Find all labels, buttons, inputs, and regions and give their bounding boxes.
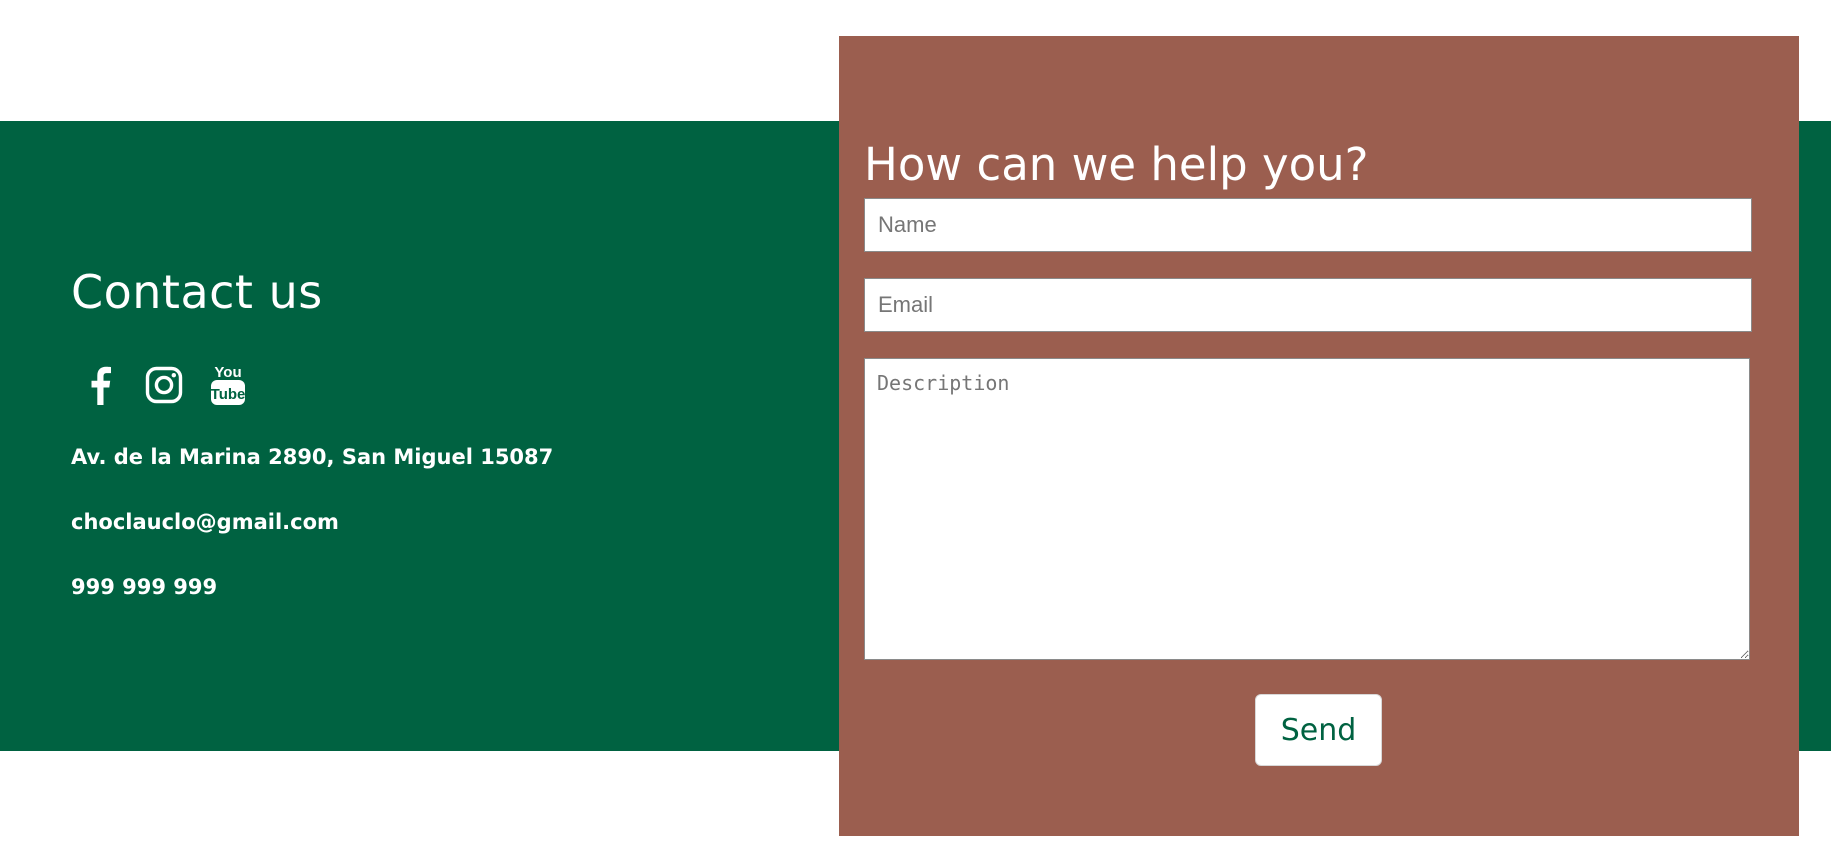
youtube-icon-text-top: You bbox=[214, 364, 241, 381]
contact-title: Contact us bbox=[71, 265, 323, 319]
social-links: You Tube bbox=[79, 360, 771, 410]
send-button[interactable]: Send bbox=[1255, 694, 1382, 766]
facebook-link[interactable] bbox=[79, 362, 121, 408]
email-input[interactable] bbox=[864, 278, 1752, 332]
contact-phone: 999 999 999 bbox=[71, 575, 218, 599]
contact-section: Contact us You Tube Av. de la Marina 289… bbox=[71, 262, 771, 601]
name-input[interactable] bbox=[864, 198, 1752, 252]
youtube-icon-text-bottom: Tube bbox=[211, 386, 246, 403]
youtube-icon: You Tube bbox=[211, 364, 246, 405]
contact-address: Av. de la Marina 2890, San Miguel 15087 bbox=[71, 445, 554, 469]
contact-email: choclauclo@gmail.com bbox=[71, 510, 339, 534]
form-title: How can we help you? bbox=[864, 138, 1369, 191]
page: Contact us You Tube Av. de la Marina 289… bbox=[0, 0, 1831, 856]
instagram-icon bbox=[145, 366, 183, 404]
description-textarea[interactable] bbox=[864, 358, 1750, 660]
facebook-icon bbox=[91, 366, 111, 405]
youtube-link[interactable]: You Tube bbox=[207, 362, 249, 408]
instagram-link[interactable] bbox=[143, 362, 185, 408]
help-form: How can we help you? Send bbox=[839, 36, 1799, 836]
